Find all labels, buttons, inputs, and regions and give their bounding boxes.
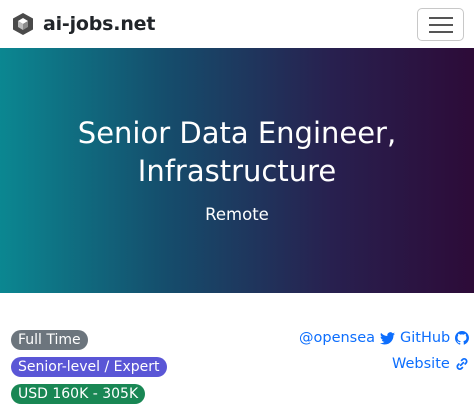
hamburger-menu-icon: [428, 16, 453, 33]
twitter-link-label: @opensea: [299, 330, 376, 346]
job-hero: Senior Data Engineer, Infrastructure Rem…: [0, 48, 474, 293]
job-title: Senior Data Engineer, Infrastructure: [20, 114, 454, 190]
github-icon: [455, 331, 470, 345]
github-link-label: GitHub: [400, 330, 451, 346]
job-location: Remote: [205, 205, 269, 224]
job-title-line-1: Senior Data Engineer,: [77, 116, 397, 150]
brand-link[interactable]: ai-jobs.net: [11, 11, 155, 37]
link-icon: [456, 358, 468, 370]
website-link-label: Website: [392, 356, 450, 372]
experience-level-badge[interactable]: Senior-level / Expert: [11, 357, 167, 377]
website-link[interactable]: Website: [392, 355, 469, 373]
employment-type-badge[interactable]: Full Time: [11, 330, 88, 350]
navbar: ai-jobs.net: [0, 0, 474, 48]
twitter-link[interactable]: @opensea: [299, 329, 396, 347]
job-title-line-2: Infrastructure: [137, 154, 337, 188]
github-link[interactable]: GitHub: [400, 329, 470, 347]
hexagon-cube-logo-icon: [13, 13, 33, 35]
menu-toggle-button[interactable]: [417, 8, 464, 41]
brand-name: ai-jobs.net: [43, 13, 156, 35]
salary-badge[interactable]: USD 160K - 305K: [11, 384, 146, 404]
twitter-icon: [380, 331, 396, 344]
